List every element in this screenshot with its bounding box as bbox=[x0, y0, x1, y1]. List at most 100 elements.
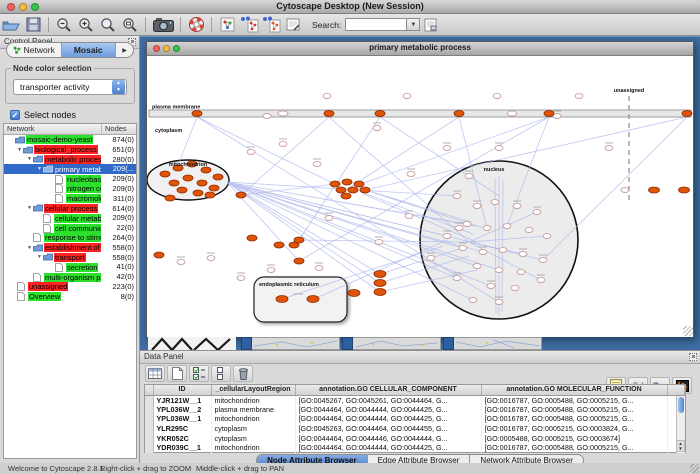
search-label: Search: bbox=[312, 20, 341, 30]
tab-network[interactable]: Network bbox=[7, 43, 62, 57]
document-icon bbox=[17, 292, 28, 301]
tree-item[interactable]: cellular metabo209(0) bbox=[4, 213, 136, 223]
create-network-view-icon[interactable] bbox=[216, 15, 238, 35]
minimized-network-window[interactable] bbox=[241, 337, 340, 350]
tab-mosaic[interactable]: Mosaic bbox=[62, 43, 117, 57]
float-panel-icon[interactable] bbox=[689, 353, 697, 361]
expander-icon[interactable]: ▼ bbox=[26, 156, 33, 162]
tree-item[interactable]: ▼metabolic process280(0) bbox=[4, 155, 136, 165]
expander-icon[interactable]: ▼ bbox=[36, 254, 43, 260]
expander-icon[interactable]: ▼ bbox=[16, 147, 23, 153]
tree-item[interactable]: response to stimul264(0) bbox=[4, 233, 136, 243]
expander-icon[interactable]: ▼ bbox=[36, 166, 43, 172]
zoom-out-icon[interactable] bbox=[53, 15, 75, 35]
apply-layout-red-icon[interactable] bbox=[238, 15, 260, 35]
create-attribute-icon[interactable] bbox=[167, 365, 187, 382]
selected-node-group[interactable] bbox=[154, 111, 692, 303]
snapshot-camera-icon[interactable] bbox=[150, 15, 176, 35]
tree-item-label: cellular process bbox=[44, 204, 98, 213]
expander-icon[interactable]: ▼ bbox=[26, 245, 33, 251]
minimized-network-window[interactable] bbox=[443, 337, 542, 350]
table-row[interactable]: YKR052Ccytoplasm[GO:0044464, GO:0044446,… bbox=[145, 433, 685, 443]
network-canvas[interactable]: plasma membrane cytoplasm mitochondrion … bbox=[147, 56, 693, 337]
network-tree: Network Nodes mosaic-demo-yeast874(0) ▼b… bbox=[3, 123, 137, 459]
window-resize-grip[interactable] bbox=[683, 326, 693, 336]
er-label: endoplasmic reticulum bbox=[259, 282, 319, 288]
folder-icon bbox=[43, 165, 54, 173]
open-session-icon[interactable] bbox=[0, 15, 22, 35]
tree-item-label: macromolecule bbox=[66, 194, 101, 203]
select-attributes-icon[interactable] bbox=[189, 365, 209, 382]
zoom-in-icon[interactable] bbox=[75, 15, 97, 35]
table-row[interactable]: YJR121W__1mitochondrion[GO:0045267, GO:0… bbox=[145, 395, 685, 405]
tree-item[interactable]: ▼transport558(0) bbox=[4, 253, 136, 263]
tree-item[interactable]: nucleobase-209(0) bbox=[4, 174, 136, 184]
configure-search-icon[interactable] bbox=[282, 15, 304, 35]
document-icon bbox=[43, 224, 54, 233]
plasma-membrane-region bbox=[149, 110, 691, 117]
toolbar-separator bbox=[48, 17, 49, 32]
scrollbar-arrows[interactable]: ▲▼ bbox=[676, 440, 685, 452]
network-window-titlebar[interactable]: primary metabolic process bbox=[147, 42, 693, 56]
col-go-molecular-function[interactable]: annotation.GO MOLECULAR_FUNCTION bbox=[481, 385, 667, 395]
table-row[interactable]: YDR039C__1mitochondrion[GO:0044464, GO:0… bbox=[145, 443, 685, 453]
table-row[interactable]: YPL036W__2plasma membrane[GO:0044464, GO… bbox=[145, 405, 685, 415]
nucleus-label: nucleus bbox=[484, 167, 505, 173]
tree-item[interactable]: multi-organism pro42(0) bbox=[4, 272, 136, 282]
tab-overflow-arrow[interactable]: ▶ bbox=[116, 43, 133, 57]
folder-icon bbox=[15, 136, 26, 144]
window-titlebar[interactable]: Cytoscape Desktop (New Session) bbox=[0, 0, 700, 14]
apply-layout-blue-icon[interactable] bbox=[260, 15, 282, 35]
folder-icon bbox=[43, 253, 54, 261]
tree-item[interactable]: ▼cellular process614(0) bbox=[4, 204, 136, 214]
search-options-icon[interactable] bbox=[420, 15, 442, 35]
tree-item[interactable]: macromolecule311(0) bbox=[4, 194, 136, 204]
tree-item-label: metabolic process bbox=[44, 155, 101, 164]
select-nodes-row: ✓ Select nodes bbox=[10, 110, 76, 120]
minimized-network-window[interactable] bbox=[342, 337, 441, 350]
help-lifesaver-icon[interactable] bbox=[185, 15, 207, 35]
tree-item[interactable]: mosaic-demo-yeast874(0) bbox=[4, 135, 136, 145]
tree-item-count: 209(0) bbox=[112, 174, 134, 184]
tree-item[interactable]: nitrogen compo209(0) bbox=[4, 184, 136, 194]
tree-item-label: primary metabo bbox=[54, 165, 101, 174]
status-bar: Welcome to Cytoscape 2.8.1 Right-click +… bbox=[0, 463, 700, 474]
tree-item[interactable]: Overview8(0) bbox=[4, 292, 136, 302]
main-toolbar: Search: ▼ bbox=[0, 14, 700, 36]
document-icon bbox=[33, 233, 44, 242]
combo-stepper-icon[interactable]: ▲▼ bbox=[112, 80, 125, 94]
tree-item[interactable]: ▼biological_process651(0) bbox=[4, 145, 136, 155]
table-row[interactable]: YPL036W__1mitochondrion[GO:0044464, GO:0… bbox=[145, 414, 685, 424]
overview-window-fragment[interactable] bbox=[148, 337, 236, 351]
tree-item[interactable]: ▼establishment of lo558(0) bbox=[4, 243, 136, 253]
expander-icon[interactable]: ▼ bbox=[26, 205, 33, 211]
zoom-fit-icon[interactable] bbox=[97, 15, 119, 35]
save-session-icon[interactable] bbox=[22, 15, 44, 35]
col-cellular-layout-region[interactable]: _cellularLayoutRegion bbox=[211, 385, 295, 395]
network-view-window[interactable]: primary metabolic process bbox=[146, 41, 694, 337]
unselect-attributes-icon[interactable] bbox=[211, 365, 231, 382]
scrollbar-thumb[interactable] bbox=[678, 397, 684, 413]
tree-item[interactable]: unassigned223(0) bbox=[4, 282, 136, 292]
plasma-membrane-label: plasma membrane bbox=[152, 105, 200, 111]
search-input[interactable] bbox=[345, 18, 407, 31]
attribute-table[interactable]: ID _cellularLayoutRegion annotation.GO C… bbox=[144, 384, 686, 453]
tree-item-count: 209(0) bbox=[112, 184, 134, 194]
attribute-table-icon[interactable] bbox=[145, 365, 165, 382]
tree-item[interactable]: secretion41(0) bbox=[4, 262, 136, 272]
delete-attribute-icon[interactable] bbox=[233, 365, 253, 382]
app-resize-grip[interactable] bbox=[690, 464, 699, 473]
search-dropdown-arrow[interactable]: ▼ bbox=[407, 18, 420, 31]
node-color-select[interactable]: transporter activity ▲▼ bbox=[13, 79, 127, 95]
tree-item-selected[interactable]: ▼primary metabo209(... bbox=[4, 164, 136, 174]
tree-item[interactable]: cell communicat22(0) bbox=[4, 223, 136, 233]
table-row[interactable]: YLR295Ccytoplasm[GO:0045263, GO:0044464,… bbox=[145, 424, 685, 434]
col-go-cellular-component[interactable]: annotation.GO CELLULAR_COMPONENT bbox=[295, 385, 481, 395]
select-nodes-checkbox[interactable]: ✓ bbox=[10, 110, 20, 120]
node-color-select-value: transporter activity bbox=[14, 82, 112, 92]
col-id[interactable]: ID bbox=[153, 385, 211, 395]
cytoplasm-label: cytoplasm bbox=[155, 128, 182, 134]
data-panel-header: Data Panel bbox=[140, 351, 700, 364]
data-panel-toolbar: f(x) bbox=[140, 364, 700, 383]
zoom-selected-icon[interactable] bbox=[119, 15, 141, 35]
